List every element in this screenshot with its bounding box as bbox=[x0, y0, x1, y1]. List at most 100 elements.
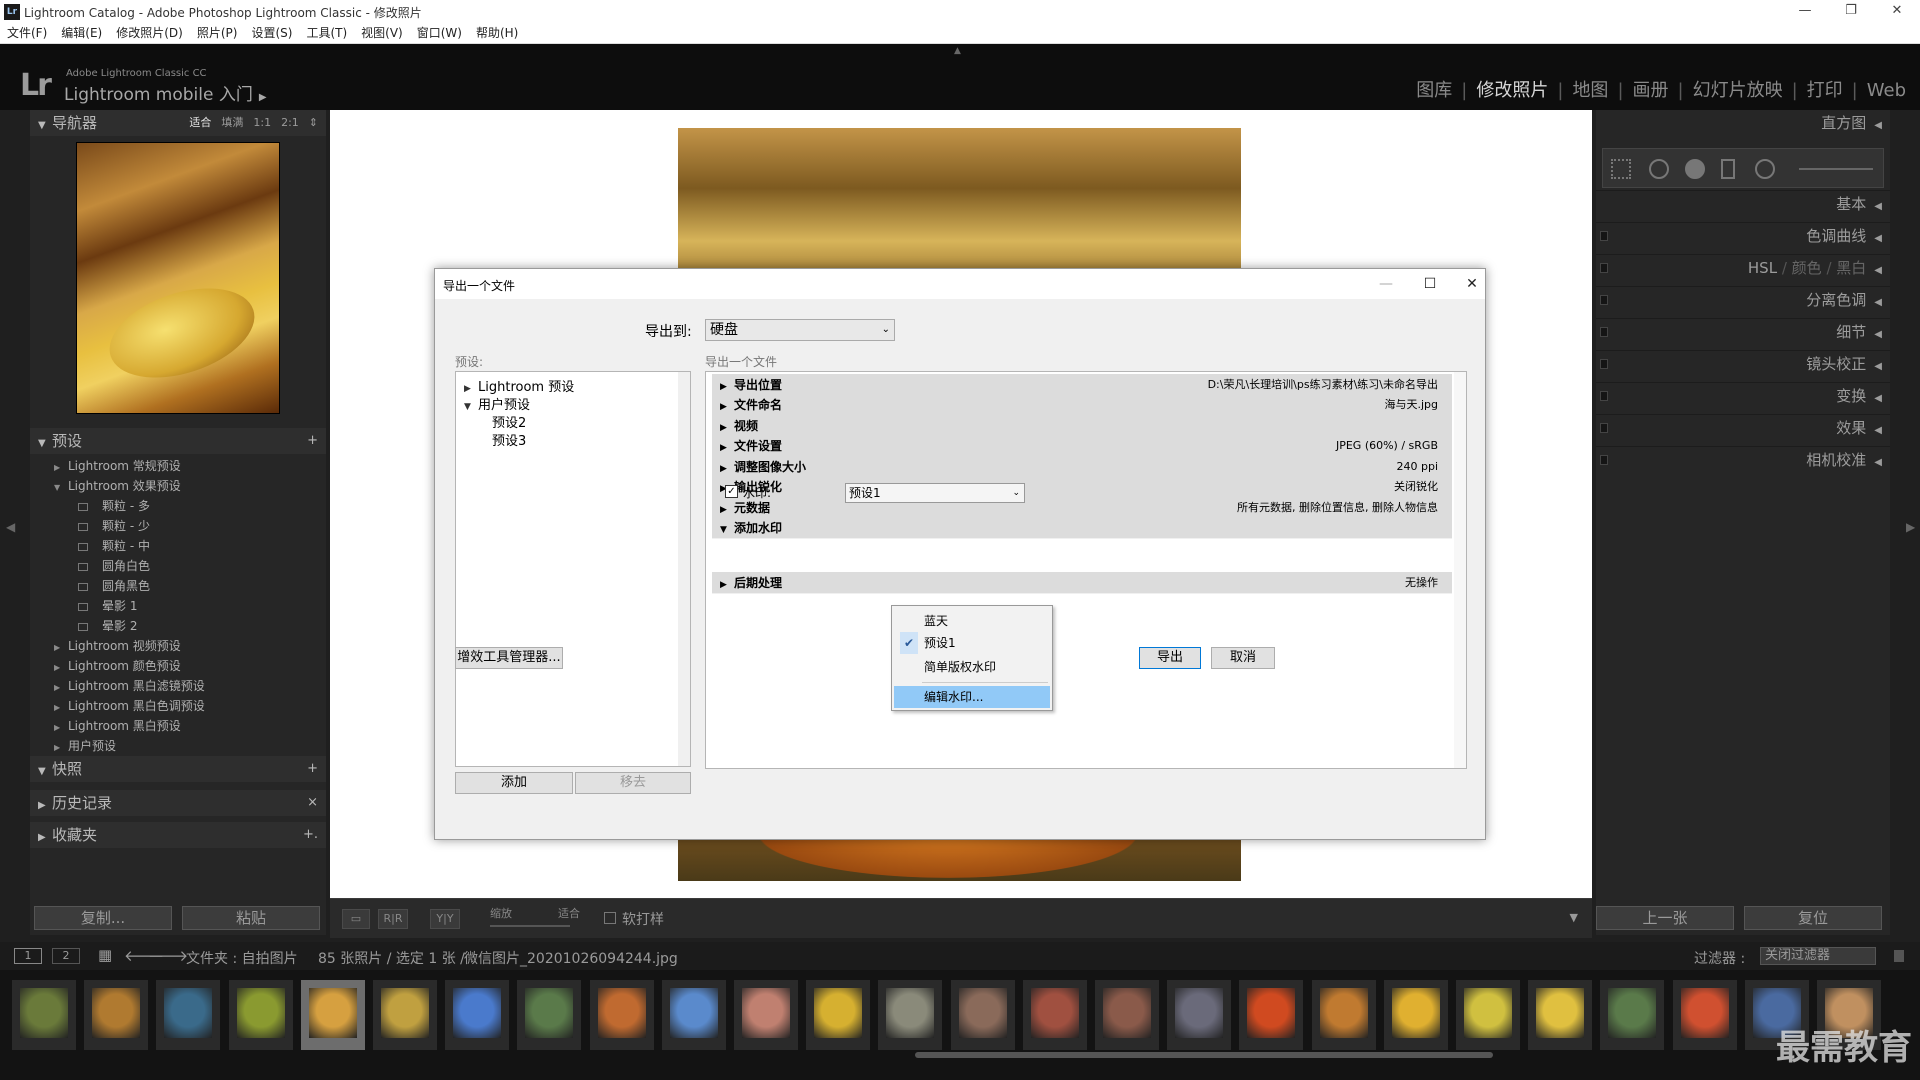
toolbar-menu-icon[interactable]: ▼ bbox=[1570, 911, 1578, 924]
preset-lightroom[interactable]: ▶ Lightroom 预设 bbox=[464, 376, 574, 395]
graduated-filter-icon[interactable] bbox=[1721, 159, 1735, 179]
left-panel-toggle-icon[interactable]: ◀ bbox=[6, 520, 15, 534]
filmstrip-thumbnail[interactable] bbox=[950, 980, 1015, 1050]
plugin-manager-button[interactable]: 增效工具管理器... bbox=[455, 647, 563, 669]
zoom-fit[interactable]: 适合 bbox=[189, 116, 211, 129]
add-preset-icon[interactable]: + bbox=[307, 428, 318, 454]
module-develop[interactable]: 修改照片 bbox=[1476, 80, 1548, 101]
adjustment-brush-slider[interactable] bbox=[1799, 168, 1873, 170]
filmstrip-thumbnail[interactable] bbox=[1095, 980, 1159, 1050]
preset-group[interactable]: ▶ Lightroom 颜色预设 bbox=[30, 656, 326, 676]
close-icon[interactable]: ✕ bbox=[1874, 0, 1920, 24]
module-slideshow[interactable]: 幻灯片放映 bbox=[1693, 80, 1783, 101]
main-window-button[interactable]: 1 bbox=[14, 948, 42, 964]
menu-settings[interactable]: 设置(S) bbox=[244, 24, 299, 43]
paste-button[interactable]: 粘贴 bbox=[182, 906, 320, 930]
crop-tool-icon[interactable] bbox=[1611, 159, 1631, 179]
filmstrip-thumbnail[interactable] bbox=[1167, 980, 1232, 1050]
export-section[interactable]: ▶ 文件设置 JPEG (60%) / sRGB bbox=[712, 435, 1452, 457]
spot-removal-icon[interactable] bbox=[1649, 159, 1669, 179]
preset-group[interactable]: ▶ 用户预设 bbox=[30, 736, 326, 756]
filmstrip-thumbnail[interactable] bbox=[1600, 980, 1665, 1050]
cancel-button[interactable]: 取消 bbox=[1211, 647, 1275, 669]
filmstrip-thumbnail[interactable] bbox=[1456, 980, 1520, 1050]
before-after-split-icon[interactable]: Y|Y bbox=[430, 909, 460, 929]
collapse-top-icon[interactable]: ▲ bbox=[954, 46, 961, 56]
preset-group[interactable]: ▶ Lightroom 黑白色调预设 bbox=[30, 696, 326, 716]
preset-item[interactable]: 颗粒 - 中 bbox=[30, 536, 326, 556]
filmstrip-thumbnail[interactable] bbox=[156, 980, 221, 1050]
filmstrip-thumbnail[interactable] bbox=[1311, 980, 1376, 1050]
add-preset-button[interactable]: 添加 bbox=[455, 772, 573, 794]
menu-photo[interactable]: 照片(P) bbox=[190, 24, 245, 43]
filter-lock-icon[interactable] bbox=[1894, 950, 1904, 962]
source-label[interactable]: 文件夹 : 自拍图片 bbox=[186, 948, 298, 968]
preset-group[interactable]: ▶ Lightroom 黑白滤镜预设 bbox=[30, 676, 326, 696]
dialog-minimize-icon[interactable]: — bbox=[1371, 273, 1401, 295]
watermark-checkbox[interactable]: ✓ bbox=[725, 485, 738, 498]
snapshots-header[interactable]: ▼ 快照 + bbox=[30, 756, 326, 782]
preset-group[interactable]: ▼ Lightroom 效果预设 bbox=[30, 476, 326, 496]
filmstrip-thumbnail[interactable] bbox=[228, 980, 293, 1050]
red-eye-icon[interactable] bbox=[1685, 159, 1705, 179]
zoom-slider[interactable] bbox=[490, 925, 570, 927]
color-tab[interactable]: 颜色 bbox=[1792, 259, 1822, 277]
module-map[interactable]: 地图 bbox=[1572, 80, 1608, 101]
watermark-select[interactable]: 预设1 ⌄ bbox=[845, 483, 1025, 503]
hsl-header[interactable]: HSL / 颜色 / 黑白 ◀ bbox=[1596, 254, 1890, 280]
grid-icon[interactable]: ▦ bbox=[98, 946, 112, 964]
detail-header[interactable]: 细节 ◀ bbox=[1596, 318, 1890, 344]
export-button[interactable]: 导出 bbox=[1139, 647, 1201, 669]
split-toning-header[interactable]: 分离色调 ◀ bbox=[1596, 286, 1890, 312]
preset-item[interactable]: 预设2 bbox=[492, 412, 526, 431]
preset-group[interactable]: ▶ Lightroom 常规预设 bbox=[30, 456, 326, 476]
menu-help[interactable]: 帮助(H) bbox=[469, 24, 525, 43]
effects-header[interactable]: 效果 ◀ bbox=[1596, 414, 1890, 440]
filmstrip-thumbnail[interactable] bbox=[734, 980, 798, 1050]
navigator-header[interactable]: ▼ 导航器 适合 填满 1:1 2:1 ⇕ bbox=[30, 110, 326, 136]
right-panel-toggle-icon[interactable]: ▶ bbox=[1906, 520, 1915, 534]
presets-header[interactable]: ▼ 预设 + bbox=[30, 428, 326, 454]
filmstrip-thumbnail[interactable] bbox=[1022, 980, 1087, 1050]
watermark-option-selected[interactable]: ✔ 预设1 bbox=[894, 632, 1050, 654]
watermark-option[interactable]: 简单版权水印 bbox=[894, 656, 1050, 678]
filmstrip-scrollbar[interactable] bbox=[915, 1052, 1493, 1058]
previous-button[interactable]: 上一张 bbox=[1596, 906, 1734, 930]
transform-header[interactable]: 变换 ◀ bbox=[1596, 382, 1890, 408]
filmstrip-thumbnail[interactable] bbox=[878, 980, 943, 1050]
preset-item[interactable]: 晕影 2 bbox=[30, 616, 326, 636]
menu-view[interactable]: 视图(V) bbox=[354, 24, 410, 43]
history-header[interactable]: ▶ 历史记录 × bbox=[30, 790, 326, 816]
filmstrip-thumbnail[interactable] bbox=[517, 980, 582, 1050]
filmstrip-thumbnail[interactable] bbox=[1383, 980, 1448, 1050]
hsl-tab[interactable]: HSL bbox=[1748, 259, 1777, 277]
export-section[interactable]: ▶ 文件命名 海与天.jpg bbox=[712, 394, 1452, 416]
forward-arrow-icon[interactable]: 🡒 bbox=[148, 946, 188, 965]
preset-item[interactable]: 圆角黑色 bbox=[30, 576, 326, 596]
module-web[interactable]: Web bbox=[1867, 80, 1906, 101]
menu-tools[interactable]: 工具(T) bbox=[299, 24, 354, 43]
watermark-option[interactable]: 蓝天 bbox=[894, 610, 1050, 632]
menu-develop[interactable]: 修改照片(D) bbox=[109, 24, 190, 43]
module-print[interactable]: 打印 bbox=[1807, 80, 1843, 101]
export-section[interactable]: ▶ 调整图像大小 240 ppi bbox=[712, 456, 1452, 478]
bw-tab[interactable]: 黑白 bbox=[1836, 259, 1866, 277]
calibration-header[interactable]: 相机校准 ◀ bbox=[1596, 446, 1890, 472]
collections-header[interactable]: ▶ 收藏夹 +. bbox=[30, 822, 326, 848]
menu-window[interactable]: 窗口(W) bbox=[410, 24, 469, 43]
zoom-1-1[interactable]: 1:1 bbox=[253, 116, 271, 129]
export-to-select[interactable]: 硬盘 ⌄ bbox=[705, 319, 895, 341]
tone-curve-header[interactable]: 色调曲线 ◀ bbox=[1596, 222, 1890, 248]
minimize-icon[interactable]: — bbox=[1782, 0, 1828, 24]
zoom-2-1[interactable]: 2:1 bbox=[281, 116, 299, 129]
export-section[interactable]: ▶ 视频 bbox=[712, 415, 1452, 437]
filmstrip-thumbnail[interactable] bbox=[1239, 980, 1304, 1050]
preset-item[interactable]: 圆角白色 bbox=[30, 556, 326, 576]
export-section[interactable]: ▼ 添加水印 bbox=[712, 517, 1452, 539]
dialog-maximize-icon[interactable]: ☐ bbox=[1415, 273, 1445, 295]
preset-scrollbar[interactable] bbox=[678, 372, 690, 766]
filmstrip-thumbnail[interactable] bbox=[373, 980, 437, 1050]
dialog-close-icon[interactable]: ✕ bbox=[1457, 273, 1487, 295]
filmstrip-thumbnail[interactable] bbox=[1672, 980, 1737, 1050]
preset-group[interactable]: ▶ Lightroom 视频预设 bbox=[30, 636, 326, 656]
